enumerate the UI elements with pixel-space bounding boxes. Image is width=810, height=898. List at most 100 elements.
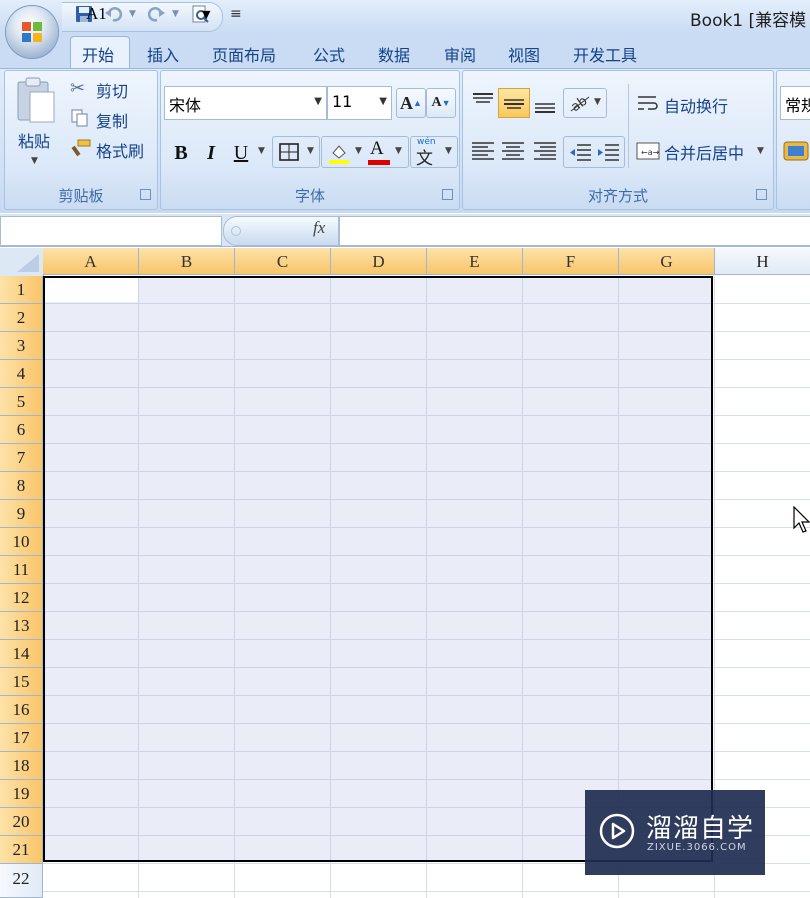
- merge-center-button[interactable]: 合并后居中: [664, 140, 744, 164]
- row-header[interactable]: 8: [0, 472, 43, 500]
- bold-button[interactable]: B: [166, 138, 196, 168]
- tab-developer[interactable]: 开发工具: [573, 42, 637, 66]
- currency-format-icon[interactable]: [782, 138, 810, 164]
- name-box[interactable]: [0, 216, 222, 246]
- select-all-icon: [17, 254, 39, 272]
- chevron-down-icon: ▼: [379, 96, 387, 107]
- wrap-text-icon: [638, 96, 658, 110]
- underline-dropdown-icon[interactable]: ▼: [258, 146, 265, 156]
- tab-review[interactable]: 审阅: [444, 42, 476, 66]
- row-header[interactable]: 3: [0, 332, 43, 360]
- fill-color-icon[interactable]: [327, 141, 351, 165]
- phonetic-icon: 文: [416, 149, 433, 169]
- row-header[interactable]: 4: [0, 360, 43, 388]
- phonetic-button[interactable]: wén 文 ▼: [410, 136, 458, 169]
- row-header[interactable]: 19: [0, 780, 43, 808]
- row-header[interactable]: 9: [0, 500, 43, 528]
- decrease-indent-icon[interactable]: [567, 140, 593, 164]
- align-left-icon[interactable]: [468, 138, 498, 164]
- column-header-d[interactable]: D: [331, 248, 427, 275]
- alignment-separator: [628, 84, 629, 168]
- row-header[interactable]: 16: [0, 696, 43, 724]
- active-cell[interactable]: [45, 278, 138, 302]
- align-center-icon[interactable]: [498, 138, 528, 164]
- row-header[interactable]: 6: [0, 416, 43, 444]
- copy-button[interactable]: 复制: [96, 108, 128, 132]
- column-header-f[interactable]: F: [523, 248, 619, 275]
- row-header[interactable]: 2: [0, 304, 43, 332]
- undo-dropdown-icon[interactable]: ▼: [129, 9, 136, 19]
- customize-qat-icon[interactable]: ≡: [230, 6, 242, 22]
- grow-font-icon: A: [400, 93, 414, 113]
- wrap-text-button[interactable]: 自动换行: [664, 93, 728, 117]
- tab-view[interactable]: 视图: [508, 42, 540, 66]
- increase-indent-icon[interactable]: [595, 140, 621, 164]
- format-painter-button[interactable]: 格式刷: [96, 138, 144, 162]
- font-size-select[interactable]: 11 ▼: [327, 86, 392, 120]
- insert-function-icon[interactable]: fx: [313, 218, 325, 238]
- name-box-dropdown-icon[interactable]: ▼: [202, 8, 210, 21]
- orientation-button[interactable]: ab ▼: [563, 88, 607, 118]
- clipboard-dialog-launcher-icon[interactable]: .: [140, 189, 151, 200]
- row-header[interactable]: 20: [0, 808, 43, 836]
- border-grid-icon: [279, 143, 299, 161]
- row-header[interactable]: 17: [0, 724, 43, 752]
- indent-buttons: [563, 136, 625, 168]
- merge-dropdown-icon[interactable]: ▼: [757, 146, 764, 156]
- row-header[interactable]: 1: [0, 276, 43, 304]
- redo-icon[interactable]: [146, 4, 166, 24]
- shrink-font-button[interactable]: A▼: [426, 88, 456, 118]
- undo-icon[interactable]: [104, 4, 124, 24]
- column-header-h[interactable]: H: [715, 248, 810, 275]
- row-header[interactable]: 12: [0, 584, 43, 612]
- office-button[interactable]: [6, 6, 58, 58]
- tab-page-layout[interactable]: 页面布局: [212, 42, 276, 66]
- grow-font-button[interactable]: A▲: [396, 88, 426, 118]
- chevron-down-icon: ▼: [594, 97, 601, 107]
- row-header[interactable]: 14: [0, 640, 43, 668]
- alignment-dialog-launcher-icon[interactable]: .: [756, 189, 767, 200]
- tab-home[interactable]: 开始: [82, 42, 114, 66]
- underline-button[interactable]: U: [226, 138, 256, 168]
- font-name-select[interactable]: 宋体 ▼: [164, 86, 327, 120]
- row-header[interactable]: 7: [0, 444, 43, 472]
- row-header[interactable]: 22: [0, 864, 43, 898]
- selected-range[interactable]: [43, 276, 713, 862]
- row-header[interactable]: 21: [0, 836, 43, 864]
- font-color-dropdown-icon[interactable]: ▼: [395, 146, 402, 156]
- tab-formulas[interactable]: 公式: [313, 42, 345, 66]
- column-header-a[interactable]: A: [43, 248, 139, 275]
- paste-button[interactable]: 粘贴: [18, 128, 50, 152]
- row-header[interactable]: 5: [0, 388, 43, 416]
- copy-icon: [71, 109, 88, 127]
- font-color-bar: [368, 160, 390, 165]
- column-header-e[interactable]: E: [427, 248, 523, 275]
- align-middle-button[interactable]: [498, 88, 530, 118]
- row-header[interactable]: 13: [0, 612, 43, 640]
- paste-dropdown-icon[interactable]: ▼: [31, 156, 38, 166]
- border-button[interactable]: ▼: [272, 136, 320, 168]
- cut-button[interactable]: 剪切: [96, 78, 128, 102]
- redo-dropdown-icon[interactable]: ▼: [172, 9, 179, 19]
- tab-data[interactable]: 数据: [378, 42, 410, 66]
- font-color-icon[interactable]: A: [370, 138, 384, 160]
- number-format-select[interactable]: 常规: [780, 86, 810, 120]
- align-right-icon[interactable]: [530, 138, 560, 164]
- column-header-g[interactable]: G: [619, 248, 715, 275]
- column-header-b[interactable]: B: [139, 248, 235, 275]
- row-header[interactable]: 15: [0, 668, 43, 696]
- paste-icon[interactable]: [14, 76, 58, 124]
- resize-handle-icon[interactable]: [231, 226, 241, 236]
- row-header[interactable]: 18: [0, 752, 43, 780]
- font-name-value: 宋体: [169, 96, 202, 115]
- font-dialog-launcher-icon[interactable]: .: [442, 189, 453, 200]
- italic-button[interactable]: I: [196, 138, 226, 168]
- align-bottom-icon[interactable]: [530, 88, 560, 116]
- formula-input[interactable]: [339, 216, 810, 246]
- column-header-c[interactable]: C: [235, 248, 331, 275]
- row-header[interactable]: 11: [0, 556, 43, 584]
- tab-insert[interactable]: 插入: [147, 42, 179, 66]
- align-top-icon[interactable]: [468, 88, 498, 116]
- row-header[interactable]: 10: [0, 528, 43, 556]
- fill-color-dropdown-icon[interactable]: ▼: [355, 146, 362, 156]
